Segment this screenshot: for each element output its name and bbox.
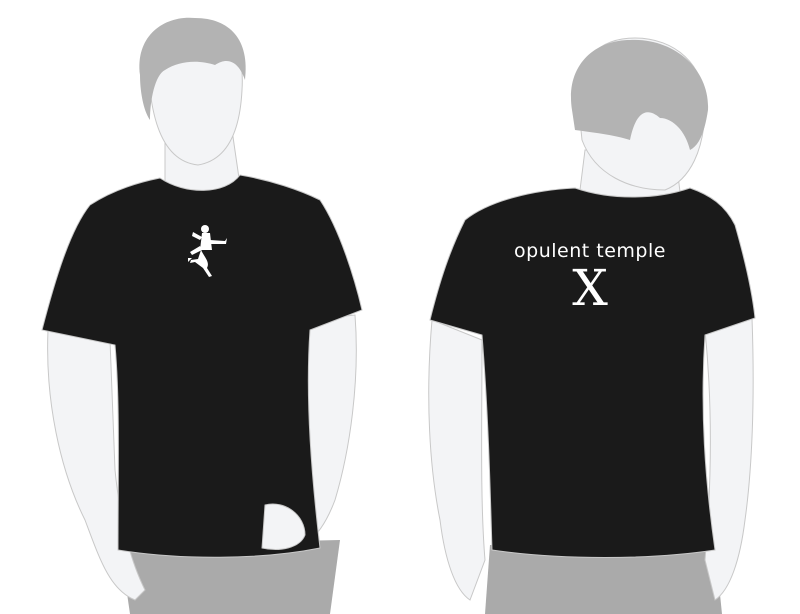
back-left-arm [428,319,486,601]
back-right-arm [704,317,754,601]
back-figure [428,37,756,614]
front-figure [41,17,363,614]
back-print-numeral: X [572,259,608,317]
tshirt-mockup [41,17,756,614]
